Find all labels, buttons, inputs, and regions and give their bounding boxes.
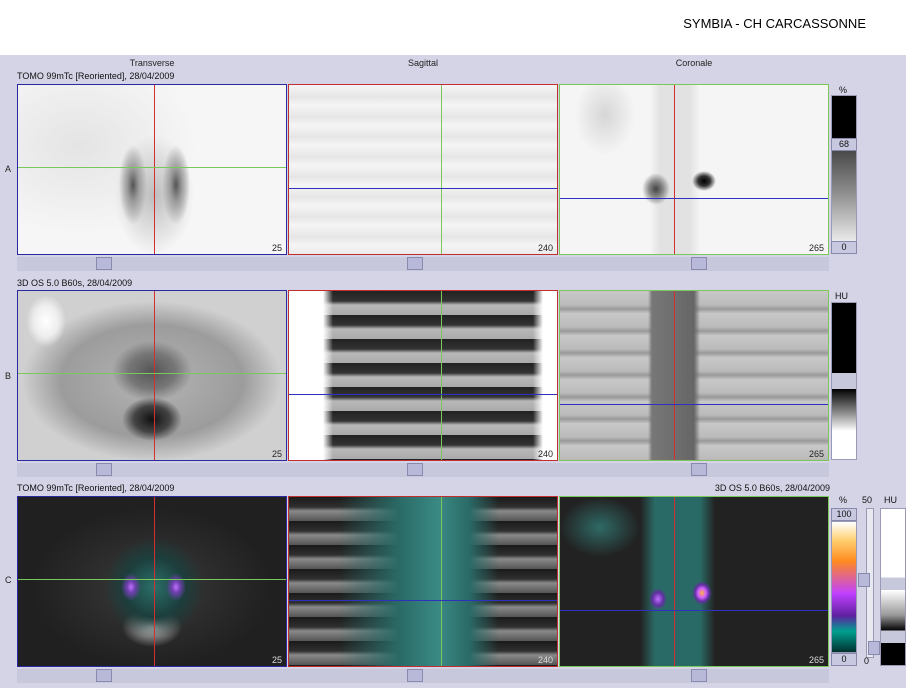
blend-slider-thumb[interactable] <box>858 573 870 587</box>
column-label-sagittal: Sagittal <box>407 58 439 68</box>
colorbar-c[interactable] <box>831 521 857 653</box>
crosshair-horizontal[interactable] <box>18 373 286 374</box>
slice-slider-bar-a <box>17 257 829 271</box>
institution-title: SYMBIA - CH CARCASSONNE <box>683 16 866 31</box>
slider-thumb-c-sagittal[interactable] <box>407 669 423 682</box>
viewport-b-sagittal[interactable]: 240 <box>288 290 558 461</box>
colorbar-b[interactable] <box>831 302 857 460</box>
series-info-row-c-ct: 3D OS 5.0 B60s, 28/04/2009 <box>714 483 830 493</box>
crosshair-horizontal[interactable] <box>18 579 286 580</box>
row-label-c: C <box>5 575 12 585</box>
viewport-c-transverse[interactable]: 25 <box>17 496 287 667</box>
blend-min-label: 0 <box>864 656 870 666</box>
crosshair-vertical[interactable] <box>674 291 675 460</box>
crosshair-vertical[interactable] <box>441 85 442 254</box>
crosshair-vertical[interactable] <box>154 85 155 254</box>
colorbar-min-a[interactable]: 0 <box>831 241 857 254</box>
slider-thumb-b-sagittal[interactable] <box>407 463 423 476</box>
slice-number: 265 <box>808 449 824 459</box>
slice-number: 240 <box>537 449 553 459</box>
crosshair-horizontal[interactable] <box>18 167 286 168</box>
slider-thumb-a-transverse[interactable] <box>96 257 112 270</box>
slice-number: 25 <box>271 655 282 665</box>
crosshair-vertical[interactable] <box>441 291 442 460</box>
slice-number: 265 <box>808 243 824 253</box>
slice-number: 240 <box>537 655 553 665</box>
slider-thumb-a-sagittal[interactable] <box>407 257 423 270</box>
slider-thumb-c-transverse[interactable] <box>96 669 112 682</box>
colorbar-max-a[interactable]: 68 <box>831 138 857 151</box>
crosshair-vertical[interactable] <box>674 85 675 254</box>
slice-number: 265 <box>808 655 824 665</box>
viewport-b-coronal[interactable]: 265 <box>559 290 829 461</box>
colorbar-unit-c: % <box>839 495 848 505</box>
blend-lower-thumb[interactable] <box>868 641 880 655</box>
crosshair-horizontal[interactable] <box>289 394 557 395</box>
viewport-a-sagittal[interactable]: 240 <box>288 84 558 255</box>
slice-slider-bar-c <box>17 669 829 683</box>
crosshair-horizontal[interactable] <box>560 404 828 405</box>
viewport-a-coronal[interactable]: 265 <box>559 84 829 255</box>
crosshair-horizontal[interactable] <box>289 600 557 601</box>
colorbar-min-c[interactable]: 0 <box>831 653 857 666</box>
viewport-c-coronal[interactable]: 265 <box>559 496 829 667</box>
slice-number: 240 <box>537 243 553 253</box>
app-header: SYMBIA - CH CARCASSONNE <box>0 0 906 55</box>
ct-unit-label: HU <box>884 495 897 505</box>
series-info-row-b: 3D OS 5.0 B60s, 28/04/2009 <box>17 278 133 288</box>
colorbar-unit-a: % <box>839 85 848 95</box>
colorbar-max-c[interactable]: 100 <box>831 508 857 521</box>
series-info-row-c-spect: TOMO 99mTc [Reoriented], 28/04/2009 <box>17 483 175 493</box>
crosshair-vertical[interactable] <box>441 497 442 666</box>
crosshair-horizontal[interactable] <box>289 188 557 189</box>
colorbar-unit-b: HU <box>835 291 848 301</box>
viewport-a-transverse[interactable]: 25 <box>17 84 287 255</box>
crosshair-vertical[interactable] <box>154 497 155 666</box>
slider-thumb-a-coronal[interactable] <box>691 257 707 270</box>
slider-thumb-b-coronal[interactable] <box>691 463 707 476</box>
crosshair-vertical[interactable] <box>674 497 675 666</box>
colorbar-a[interactable] <box>831 95 857 253</box>
crosshair-horizontal[interactable] <box>560 610 828 611</box>
slider-thumb-c-coronal[interactable] <box>691 669 707 682</box>
slice-slider-bar-b <box>17 463 829 477</box>
series-info-row-a: TOMO 99mTc [Reoriented], 28/04/2009 <box>17 71 175 81</box>
ct-colorbar-c[interactable] <box>880 508 906 666</box>
column-label-transverse: Transverse <box>129 58 175 68</box>
crosshair-vertical[interactable] <box>154 291 155 460</box>
viewport-c-sagittal[interactable]: 240 <box>288 496 558 667</box>
crosshair-horizontal[interactable] <box>560 198 828 199</box>
viewport-b-transverse[interactable]: 25 <box>17 290 287 461</box>
slice-number: 25 <box>271 449 282 459</box>
column-label-coronal: Coronale <box>675 58 713 68</box>
slider-thumb-b-transverse[interactable] <box>96 463 112 476</box>
blend-max-label: 50 <box>862 495 873 505</box>
slice-number: 25 <box>271 243 282 253</box>
row-label-a: A <box>5 164 12 174</box>
row-label-b: B <box>5 371 12 381</box>
